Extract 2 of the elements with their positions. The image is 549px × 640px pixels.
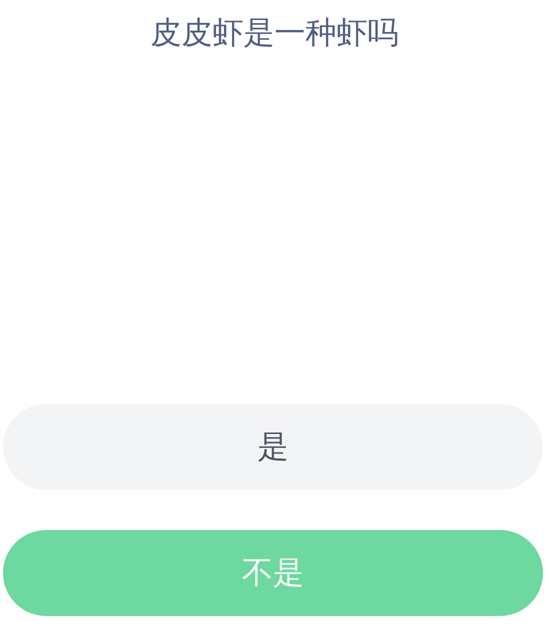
question-title: 皮皮虾是一种虾吗 — [150, 14, 398, 53]
answer-button[interactable]: 是 — [3, 404, 543, 490]
